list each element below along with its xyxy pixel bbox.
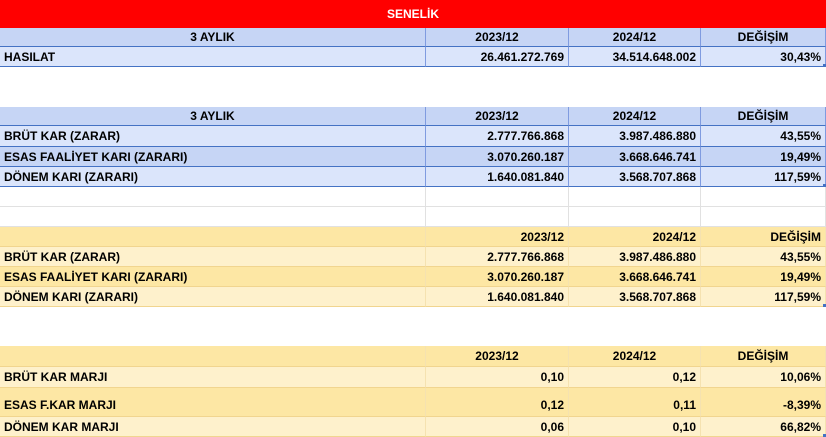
- empty-cell[interactable]: [701, 187, 826, 207]
- value-2024[interactable]: 3.987.486.880: [569, 126, 701, 147]
- value-change[interactable]: 19,49%: [701, 147, 826, 167]
- value-change[interactable]: -8,39%: [701, 388, 826, 417]
- table3-header: 2023/12 2024/12 DEĞİŞİM: [0, 227, 826, 247]
- value-2024[interactable]: 34.514.648.002: [569, 47, 701, 67]
- table2-header-change[interactable]: DEĞİŞİM: [701, 107, 826, 126]
- empty-cell[interactable]: [0, 207, 426, 227]
- value-change[interactable]: 30,43%: [701, 47, 826, 67]
- table-row: BRÜT KAR MARJI 0,10 0,12 10,06%: [0, 367, 826, 388]
- value-change[interactable]: 66,82%: [701, 417, 826, 437]
- table4-header-2024[interactable]: 2024/12: [569, 346, 701, 367]
- table-row: BRÜT KAR (ZARAR) 2.777.766.868 3.987.486…: [0, 126, 826, 147]
- row-label[interactable]: DÖNEM KARI (ZARARI): [0, 287, 426, 307]
- table4-header-change[interactable]: DEĞİŞİM: [701, 346, 826, 367]
- table1-header-2024[interactable]: 2024/12: [569, 28, 701, 47]
- table2-header-2024[interactable]: 2024/12: [569, 107, 701, 126]
- value-change[interactable]: 117,59%: [701, 287, 826, 307]
- row-label[interactable]: HASILAT: [0, 47, 426, 67]
- table-row: BRÜT KAR (ZARAR) 2.777.766.868 3.987.486…: [0, 247, 826, 267]
- value-2023[interactable]: 2.777.766.868: [426, 247, 569, 267]
- table-row: ESAS FAALİYET KARI (ZARARI) 3.070.260.18…: [0, 267, 826, 287]
- value-2023[interactable]: 3.070.260.187: [426, 267, 569, 287]
- row-label[interactable]: BRÜT KAR MARJI: [0, 367, 426, 388]
- table1-header: 3 AYLIK 2023/12 2024/12 DEĞİŞİM: [0, 28, 826, 47]
- sheet-title-bar[interactable]: SENELİK: [0, 0, 826, 28]
- row-label[interactable]: ESAS FAALİYET KARI (ZARARI): [0, 147, 426, 167]
- table3-header-label[interactable]: [0, 227, 426, 247]
- empty-row: [0, 207, 826, 227]
- value-2023[interactable]: 1.640.081.840: [426, 287, 569, 307]
- value-2023[interactable]: 0,06: [426, 417, 569, 437]
- row-label[interactable]: ESAS F.KAR MARJI: [0, 388, 426, 417]
- empty-cell[interactable]: [426, 207, 569, 227]
- empty-cell[interactable]: [569, 187, 701, 207]
- table4-header: 2023/12 2024/12 DEĞİŞİM: [0, 346, 826, 367]
- empty-row: [0, 187, 826, 207]
- value-2024[interactable]: 3.568.707.868: [569, 167, 701, 187]
- table2-header: 3 AYLIK 2023/12 2024/12 DEĞİŞİM: [0, 107, 826, 126]
- table-row: HASILAT 26.461.272.769 34.514.648.002 30…: [0, 47, 826, 67]
- value-2024[interactable]: 0,10: [569, 417, 701, 437]
- value-2024[interactable]: 0,12: [569, 367, 701, 388]
- table3-header-2024[interactable]: 2024/12: [569, 227, 701, 247]
- value-change[interactable]: 43,55%: [701, 126, 826, 147]
- table-row: DÖNEM KAR MARJI 0,06 0,10 66,82%: [0, 417, 826, 437]
- row-label[interactable]: DÖNEM KARI (ZARARI): [0, 167, 426, 187]
- row-label[interactable]: BRÜT KAR (ZARAR): [0, 247, 426, 267]
- row-label[interactable]: BRÜT KAR (ZARAR): [0, 126, 426, 147]
- value-change[interactable]: 43,55%: [701, 247, 826, 267]
- table2-header-2023[interactable]: 2023/12: [426, 107, 569, 126]
- value-2023[interactable]: 26.461.272.769: [426, 47, 569, 67]
- value-2023[interactable]: 0,10: [426, 367, 569, 388]
- value-2024[interactable]: 3.668.646.741: [569, 147, 701, 167]
- value-2023[interactable]: 0,12: [426, 388, 569, 417]
- table4-header-label[interactable]: [0, 346, 426, 367]
- table-row: DÖNEM KARI (ZARARI) 1.640.081.840 3.568.…: [0, 287, 826, 307]
- table1-header-change[interactable]: DEĞİŞİM: [701, 28, 826, 47]
- table-row: ESAS F.KAR MARJI 0,12 0,11 -8,39%: [0, 388, 826, 417]
- table-row: DÖNEM KARI (ZARARI) 1.640.081.840 3.568.…: [0, 167, 826, 187]
- value-2024[interactable]: 3.987.486.880: [569, 247, 701, 267]
- table1-header-label[interactable]: 3 AYLIK: [0, 28, 426, 47]
- value-change[interactable]: 117,59%: [701, 167, 826, 187]
- value-change[interactable]: 10,06%: [701, 367, 826, 388]
- table2-header-label[interactable]: 3 AYLIK: [0, 107, 426, 126]
- row-label[interactable]: DÖNEM KAR MARJI: [0, 417, 426, 437]
- value-change[interactable]: 19,49%: [701, 267, 826, 287]
- row-label[interactable]: ESAS FAALİYET KARI (ZARARI): [0, 267, 426, 287]
- empty-cell[interactable]: [569, 207, 701, 227]
- value-2023[interactable]: 3.070.260.187: [426, 147, 569, 167]
- value-2023[interactable]: 1.640.081.840: [426, 167, 569, 187]
- value-2024[interactable]: 3.668.646.741: [569, 267, 701, 287]
- table1-header-2023[interactable]: 2023/12: [426, 28, 569, 47]
- empty-cell[interactable]: [426, 187, 569, 207]
- value-2024[interactable]: 3.568.707.868: [569, 287, 701, 307]
- table-row: ESAS FAALİYET KARI (ZARARI) 3.070.260.18…: [0, 147, 826, 167]
- table4-header-2023[interactable]: 2023/12: [426, 346, 569, 367]
- empty-cell[interactable]: [0, 187, 426, 207]
- sheet-title: SENELİK: [386, 7, 439, 21]
- table3-header-change[interactable]: DEĞİŞİM: [701, 227, 826, 247]
- empty-cell[interactable]: [701, 207, 826, 227]
- value-2024[interactable]: 0,11: [569, 388, 701, 417]
- value-2023[interactable]: 2.777.766.868: [426, 126, 569, 147]
- table3-header-2023[interactable]: 2023/12: [426, 227, 569, 247]
